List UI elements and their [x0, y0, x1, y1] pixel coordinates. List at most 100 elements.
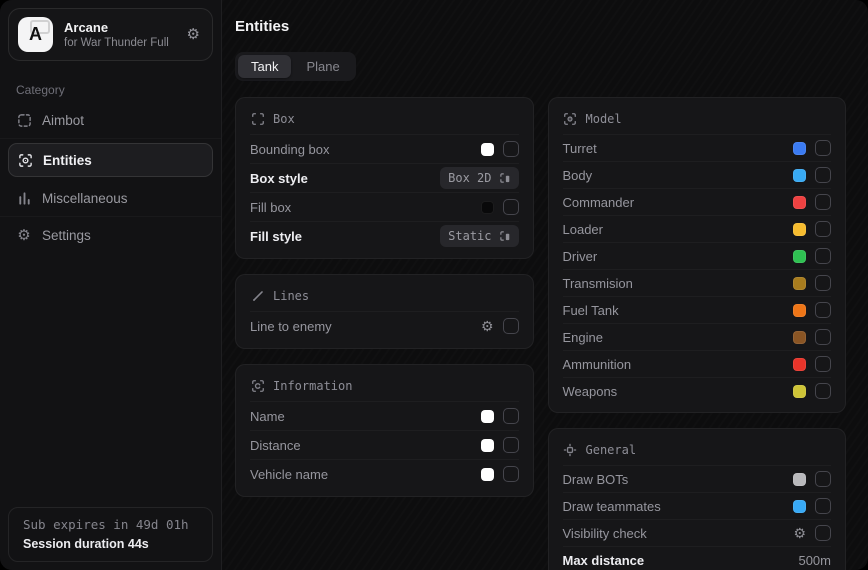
checkbox[interactable]	[815, 194, 831, 210]
box-icon	[250, 111, 265, 126]
checkbox[interactable]	[815, 498, 831, 514]
color-swatch[interactable]	[793, 196, 806, 209]
color-swatch[interactable]	[793, 223, 806, 236]
color-swatch[interactable]	[793, 385, 806, 398]
brand-card: A Arcane for War Thunder Full ⚙	[8, 8, 213, 61]
setting-row: Fill style Static	[250, 221, 519, 250]
checkbox[interactable]	[815, 248, 831, 264]
color-swatch[interactable]	[481, 143, 494, 156]
color-swatch[interactable]	[793, 358, 806, 371]
sidebar-nav: Aimbot Entities Miscella	[0, 103, 221, 253]
setting-row: Max distance 500m	[563, 546, 832, 570]
sidebar-item-label: Entities	[43, 153, 92, 168]
panel-columns: Box Bounding box Box style Box 2D	[235, 97, 846, 570]
app-window: A Arcane for War Thunder Full ⚙ Category…	[0, 0, 868, 570]
setting-label: Body	[563, 168, 593, 183]
checkbox[interactable]	[815, 356, 831, 372]
main-content: Entities Tank Plane Box	[222, 0, 868, 570]
color-swatch[interactable]	[793, 142, 806, 155]
information-icon	[250, 378, 265, 393]
tab-bar: Tank Plane	[235, 52, 356, 81]
setting-row: Loader	[563, 215, 832, 242]
box-style-dropdown[interactable]: Box 2D	[440, 167, 518, 189]
right-column: Model Turret Body	[548, 97, 847, 570]
color-swatch[interactable]	[793, 277, 806, 290]
panel-general: General Draw BOTs Draw teammates	[548, 428, 847, 570]
color-swatch[interactable]	[481, 410, 494, 423]
color-swatch[interactable]	[793, 304, 806, 317]
setting-label: Loader	[563, 222, 603, 237]
panel-title: Model	[586, 112, 622, 126]
setting-label: Distance	[250, 438, 301, 453]
setting-row: Turret	[563, 134, 832, 161]
checkbox[interactable]	[815, 329, 831, 345]
sidebar-item-aimbot[interactable]: Aimbot	[0, 103, 221, 139]
color-swatch[interactable]	[481, 468, 494, 481]
setting-row: Driver	[563, 242, 832, 269]
checkbox[interactable]	[815, 275, 831, 291]
checkbox[interactable]	[815, 525, 831, 541]
box-select-icon	[499, 230, 511, 242]
checkbox[interactable]	[815, 167, 831, 183]
setting-label: Transmision	[563, 276, 633, 291]
checkbox[interactable]	[503, 199, 519, 215]
panel-title: Lines	[273, 289, 309, 303]
fill-style-dropdown[interactable]: Static	[440, 225, 518, 247]
setting-label: Draw teammates	[563, 499, 661, 514]
checkbox[interactable]	[815, 140, 831, 156]
color-swatch[interactable]	[793, 250, 806, 263]
tab-tank[interactable]: Tank	[238, 55, 291, 78]
aimbot-icon	[16, 113, 32, 129]
checkbox[interactable]	[503, 466, 519, 482]
panel-title: General	[586, 443, 637, 457]
color-swatch[interactable]	[793, 331, 806, 344]
checkbox[interactable]	[815, 471, 831, 487]
setting-row: Draw teammates	[563, 492, 832, 519]
checkbox[interactable]	[815, 221, 831, 237]
checkbox[interactable]	[503, 141, 519, 157]
miscellaneous-icon	[16, 191, 32, 207]
checkbox[interactable]	[503, 318, 519, 334]
setting-label: Fill box	[250, 200, 291, 215]
setting-row: Line to enemy ⚙	[250, 311, 519, 340]
subscription-card: Sub expires in 49d 01h Session duration …	[8, 507, 213, 562]
setting-label: Bounding box	[250, 142, 330, 157]
setting-label: Engine	[563, 330, 603, 345]
color-swatch[interactable]	[793, 500, 806, 513]
checkbox[interactable]	[503, 437, 519, 453]
model-icon	[563, 111, 578, 126]
gear-icon[interactable]: ⚙	[187, 27, 200, 42]
session-duration-text: Session duration 44s	[23, 537, 198, 551]
setting-row: Ammunition	[563, 350, 832, 377]
panel-information-header: Information	[250, 375, 519, 401]
sidebar-item-label: Miscellaneous	[42, 191, 128, 206]
color-swatch[interactable]	[481, 201, 494, 214]
setting-row: Weapons	[563, 377, 832, 404]
app-subtitle: for War Thunder Full	[64, 37, 176, 49]
sidebar-item-entities[interactable]: Entities	[8, 143, 213, 177]
setting-label: Fill style	[250, 229, 302, 244]
panel-information: Information Name Distance	[235, 364, 534, 497]
setting-label: Box style	[250, 171, 308, 186]
checkbox[interactable]	[503, 408, 519, 424]
sidebar-item-label: Aimbot	[42, 113, 84, 128]
gear-icon[interactable]: ⚙	[793, 526, 806, 540]
setting-label: Max distance	[563, 553, 645, 568]
setting-label: Weapons	[563, 384, 618, 399]
category-label: Category	[16, 83, 221, 97]
setting-label: Line to enemy	[250, 319, 332, 334]
color-swatch[interactable]	[793, 169, 806, 182]
color-swatch[interactable]	[793, 473, 806, 486]
setting-row: Fill box	[250, 192, 519, 221]
setting-label: Visibility check	[563, 526, 647, 541]
sidebar-item-miscellaneous[interactable]: Miscellaneous	[0, 181, 221, 217]
checkbox[interactable]	[815, 302, 831, 318]
color-swatch[interactable]	[481, 439, 494, 452]
setting-row: Vehicle name	[250, 459, 519, 488]
setting-label: Driver	[563, 249, 598, 264]
checkbox[interactable]	[815, 383, 831, 399]
tab-plane[interactable]: Plane	[293, 55, 352, 78]
gear-icon[interactable]: ⚙	[481, 319, 494, 333]
setting-row: Bounding box	[250, 134, 519, 163]
sidebar-item-settings[interactable]: ⚙ Settings	[0, 217, 221, 253]
